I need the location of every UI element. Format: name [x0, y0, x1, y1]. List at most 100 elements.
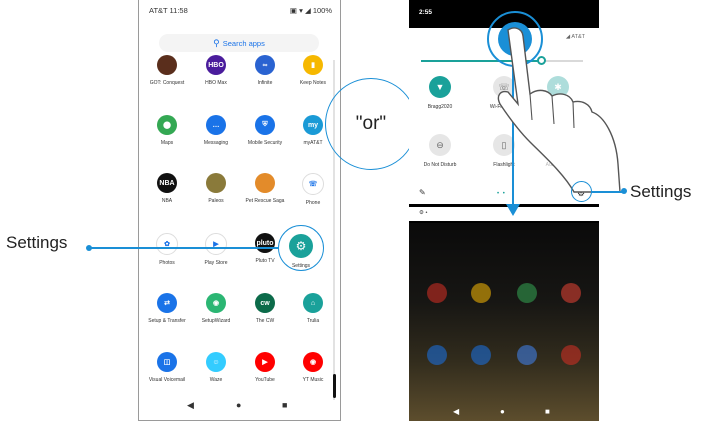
notification-strip: ⚙ • — [409, 207, 599, 221]
back-button[interactable]: ◀ — [187, 400, 194, 411]
app-icon[interactable]: HBO HBO Max — [192, 55, 240, 86]
app-icon[interactable]: ☏ Phone — [289, 173, 337, 206]
app-label: Pet Rescue Saga — [245, 198, 285, 204]
recents-button[interactable]: ■ — [282, 400, 287, 410]
back-button[interactable]: ◀ — [453, 407, 459, 416]
nav-bar: ◀ ● ■ — [139, 392, 340, 420]
app-label: HBO Max — [205, 80, 227, 86]
app-glyph-icon: ▶ — [205, 233, 227, 255]
app-glyph-icon: ◉ — [303, 352, 323, 372]
app-label: Messaging — [203, 140, 229, 146]
app-label: Photos — [159, 260, 175, 266]
app-glyph-icon — [255, 173, 275, 193]
settings-callout-left: Settings — [6, 233, 68, 252]
app-icon[interactable]: ⇄ Setup & Transfer — [143, 293, 191, 324]
recents-button[interactable]: ■ — [545, 407, 550, 416]
quick-tile[interactable]: ⊖ Do Not Disturb — [413, 134, 467, 168]
app-label: GOT: Conquest — [149, 80, 185, 86]
app-glyph-icon: ⇄ — [157, 293, 177, 313]
app-glyph-icon: ☏ — [302, 173, 324, 195]
messages-icon — [471, 345, 491, 365]
app-glyph-icon: cw — [255, 293, 275, 313]
app-glyph-icon: ⌂ — [303, 293, 323, 313]
app-icon[interactable]: Paleos — [192, 173, 240, 204]
app-glyph-icon — [206, 173, 226, 193]
app-label: Phone — [305, 200, 321, 206]
app-label: YT Music — [302, 377, 324, 383]
quick-tile[interactable]: ▼ Bragg2020 — [413, 76, 467, 110]
app-label: Maps — [160, 140, 174, 146]
app-icon[interactable]: ▶ Play Store — [192, 233, 240, 266]
home-button[interactable]: ● — [500, 407, 505, 416]
tile-label: Do Not Disturb — [423, 162, 457, 168]
app-label: Infinite — [257, 80, 273, 86]
or-text: "or" — [355, 113, 387, 134]
app-icon[interactable]: ∞ Infinite — [241, 55, 289, 86]
play-store-icon — [517, 283, 537, 303]
app-glyph-icon: ◫ — [157, 352, 177, 372]
app-label: Play Store — [204, 260, 228, 266]
app-glyph-icon: pluto — [255, 233, 275, 253]
app-glyph-icon: ☺ — [206, 352, 226, 372]
notif-icons: ⚙ • — [419, 210, 428, 216]
app-glyph-icon: my — [303, 115, 323, 135]
hand-icon — [497, 27, 621, 193]
settings-callout-right: Settings — [630, 182, 692, 201]
app-glyph-icon: ⛨ — [255, 115, 275, 135]
app-glyph-icon: ∞ — [255, 55, 275, 75]
app-icon[interactable]: NBA NBA — [143, 173, 191, 204]
app-label: The CW — [255, 318, 275, 324]
callout-line-left — [89, 247, 279, 249]
photos-icon — [471, 283, 491, 303]
swipe-arrow-icon — [506, 204, 520, 216]
or-callout: "or" — [325, 78, 417, 170]
app-icon[interactable]: ◉ YT Music — [289, 352, 337, 383]
settings-app-highlight[interactable]: ⚙ Settings — [278, 225, 324, 271]
app-icon[interactable]: Pet Rescue Saga — [241, 173, 289, 204]
app-glyph-icon — [157, 55, 177, 75]
callout-line-right — [592, 191, 624, 193]
app-grid: GOT: Conquest HBO HBO Max ∞ Infinite ▮ Keep No… — [139, 0, 340, 420]
app-label: Visual Voicemail — [148, 377, 186, 383]
app-icon[interactable]: ◉ SetupWizard — [192, 293, 240, 324]
tile-icon: ⊖ — [429, 134, 451, 156]
left-phone: AT&T 11:58 ▣ ▾ ◢ 100% ⚲ Search apps GOT:… — [138, 0, 341, 421]
app-icon[interactable]: ☺ Waze — [192, 352, 240, 383]
browser-icon — [517, 345, 537, 365]
edit-icon[interactable]: ✎ — [419, 188, 426, 197]
callout-dot-right — [621, 188, 627, 194]
chrome-icon — [561, 283, 581, 303]
status-time: 2:55 — [419, 9, 433, 16]
app-label: Paleos — [208, 198, 224, 204]
app-icon[interactable]: … Messaging — [192, 115, 240, 146]
app-glyph-icon: ▮ — [303, 55, 323, 75]
tile-icon: ▼ — [429, 76, 451, 98]
app-label: Setup & Transfer — [148, 318, 186, 324]
app-glyph-icon: ✿ — [156, 233, 178, 255]
settings-app-label: Settings — [291, 263, 311, 269]
app-icon[interactable]: cw The CW — [241, 293, 289, 324]
app-label: Trulia — [306, 318, 320, 324]
app-icon[interactable]: ▶ YouTube — [241, 352, 289, 383]
app-label: SetupWizard — [201, 318, 231, 324]
app-icon[interactable]: ⛨ Mobile Security — [241, 115, 289, 146]
app-label: Keep Notes — [299, 80, 327, 86]
app-glyph-icon: NBA — [157, 173, 177, 193]
gmail-icon — [427, 283, 447, 303]
app-glyph-icon: HBO — [206, 55, 226, 75]
app-icon[interactable]: ✿ Photos — [143, 233, 191, 266]
camera-icon — [561, 345, 581, 365]
app-icon[interactable]: ◫ Visual Voicemail — [143, 352, 191, 383]
app-icon[interactable]: ⌂ Trulia — [289, 293, 337, 324]
app-icon[interactable]: ⬤ Maps — [143, 115, 191, 146]
app-label: Mobile Security — [247, 140, 283, 146]
app-icon[interactable]: ▮ Keep Notes — [289, 55, 337, 86]
app-glyph-icon: … — [206, 115, 226, 135]
phone-icon — [427, 345, 447, 365]
app-glyph-icon: ◉ — [206, 293, 226, 313]
home-wallpaper — [409, 223, 599, 421]
home-button[interactable]: ● — [236, 400, 241, 410]
settings-gear-highlight — [571, 181, 592, 202]
app-label: NBA — [161, 198, 173, 204]
app-icon[interactable]: GOT: Conquest — [143, 55, 191, 86]
